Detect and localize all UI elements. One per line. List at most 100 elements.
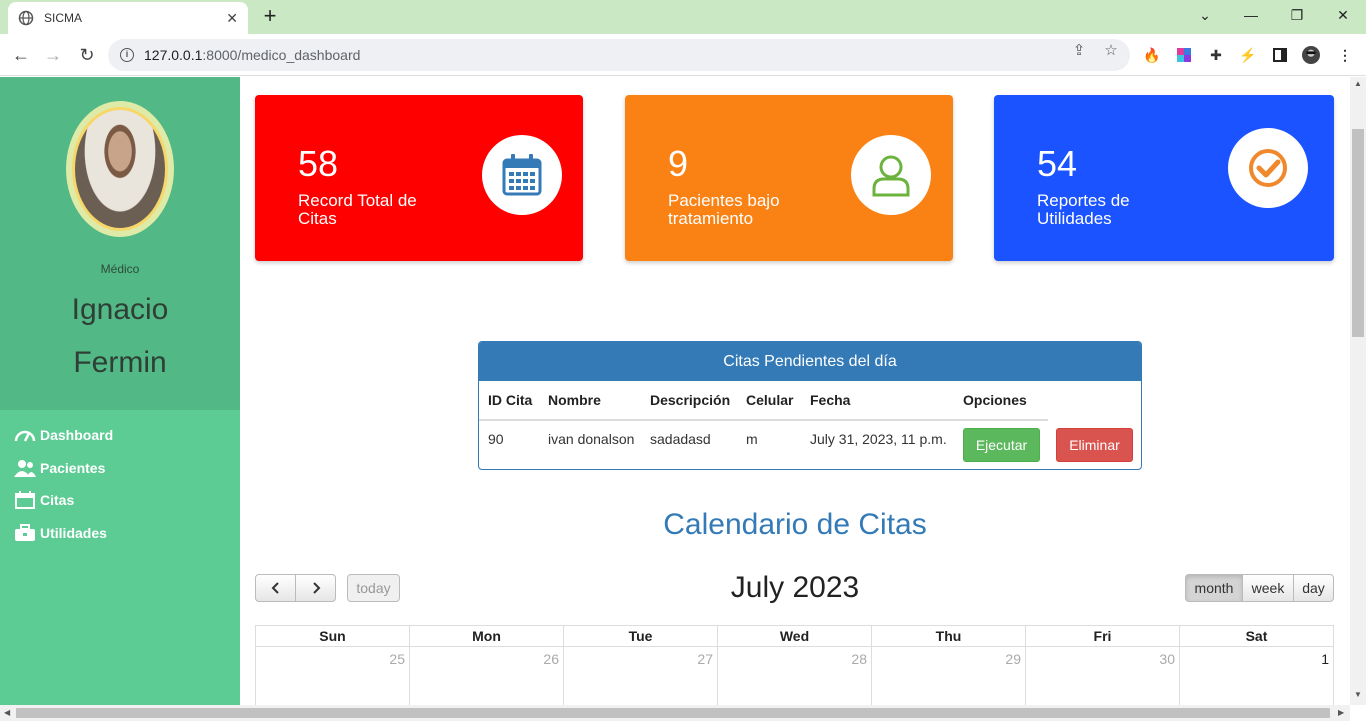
sidebar-item-citas[interactable]: Citas <box>0 484 240 517</box>
card-total-citas: 58 Record Total de Citas <box>255 95 583 261</box>
sidebar-item-utilidades[interactable]: Utilidades <box>0 517 240 550</box>
user-role: Médico <box>100 262 140 276</box>
profile-avatar-icon[interactable] <box>1302 46 1320 64</box>
profile-section: Médico Ignacio Fermin <box>0 77 240 410</box>
vertical-scrollbar[interactable]: ▲ <box>1350 77 1366 705</box>
calendar-heading: Calendario de Citas <box>663 508 927 541</box>
delete-button[interactable]: Eliminar <box>1056 428 1133 462</box>
forward-arrow-icon[interactable]: → <box>40 42 66 68</box>
column-header: Fecha <box>810 392 851 408</box>
calendar-icon <box>14 490 36 510</box>
view-day-button[interactable]: day <box>1293 574 1334 602</box>
url-path: :8000/medico_dashboard <box>202 47 361 63</box>
view-week-button[interactable]: week <box>1242 574 1294 602</box>
calendar-day-cell[interactable]: 25 <box>256 647 409 667</box>
column-header: Opciones <box>963 392 1027 408</box>
cell-celular: m <box>746 431 758 447</box>
restore-button[interactable]: ❐ <box>1274 0 1320 30</box>
day-name: Sun <box>256 626 409 647</box>
scroll-left-arrow-icon[interactable]: ◀ <box>4 708 10 717</box>
minimize-button[interactable]: — <box>1228 0 1274 30</box>
card-value: 9 <box>668 143 689 184</box>
users-icon <box>14 458 36 478</box>
extension-fire-icon[interactable]: 🔥 <box>1143 46 1161 64</box>
calendar-day-cell[interactable]: 27 <box>564 647 717 667</box>
scroll-down-arrow-icon[interactable]: ▼ <box>1354 690 1362 699</box>
calendar-day-cell[interactable]: 28 <box>718 647 871 667</box>
execute-button[interactable]: Ejecutar <box>963 428 1040 462</box>
share-icon[interactable]: ⇪ <box>1070 42 1088 60</box>
panel-title: Citas Pendientes del día <box>479 342 1141 381</box>
user-icon <box>851 135 931 215</box>
card-label: Record Total de Citas <box>298 191 417 228</box>
performance-icon[interactable]: ⚡ <box>1239 46 1257 64</box>
scroll-up-arrow-icon[interactable]: ▲ <box>1354 79 1362 88</box>
appointments-panel: Citas Pendientes del día ID Cita Nombre … <box>478 341 1142 470</box>
main-content: 58 Record Total de Citas 9 Pacientes baj… <box>240 77 1350 705</box>
calendar-day-cell[interactable]: 29 <box>872 647 1025 667</box>
view-month-button[interactable]: month <box>1185 574 1243 602</box>
sidebar-item-label: Dashboard <box>40 427 114 444</box>
column-header: ID Cita <box>488 392 533 408</box>
column-header: Celular <box>746 392 794 408</box>
sidebar-item-label: Pacientes <box>40 459 106 476</box>
globe-icon <box>18 10 34 26</box>
sidebar-item-dashboard[interactable]: Dashboard <box>0 419 240 452</box>
cell-nombre: ivan donalson <box>548 431 635 447</box>
calendar-grid: Sun 25 Mon 26 Tue 27 Wed 28 Thu 29 Fri 3… <box>255 625 1334 705</box>
tab-search-chevron-icon[interactable]: ⌄ <box>1182 0 1228 30</box>
close-window-button[interactable]: ✕ <box>1320 0 1366 30</box>
address-bar-area: ← → ↻ i 127.0.0.1:8000/medico_dashboard … <box>0 34 1366 76</box>
reload-icon[interactable]: ↻ <box>74 42 100 68</box>
calendar-day-cell[interactable]: 30 <box>1026 647 1179 667</box>
sidebar-item-pacientes[interactable]: Pacientes <box>0 452 240 485</box>
day-name: Sat <box>1180 626 1333 647</box>
day-name: Thu <box>872 626 1025 647</box>
scroll-right-arrow-icon[interactable]: ▶ <box>1338 708 1344 717</box>
site-info-icon[interactable]: i <box>120 48 134 62</box>
calendar-day-column: Mon 26 <box>410 626 564 705</box>
card-reportes: 54 Reportes de Utilidades <box>994 95 1334 261</box>
calendar-day-column: Thu 29 <box>872 626 1026 705</box>
card-pacientes: 9 Pacientes bajo tratamiento <box>625 95 953 261</box>
browser-tab-bar: SICMA ✕ + ⌄ — ❐ ✕ <box>0 0 1366 34</box>
calendar-day-cell[interactable]: 1 <box>1180 647 1333 667</box>
bookmark-star-icon[interactable]: ☆ <box>1102 42 1120 60</box>
day-name: Fri <box>1026 626 1179 647</box>
new-tab-button[interactable]: + <box>258 4 282 28</box>
close-tab-icon[interactable]: ✕ <box>226 10 238 27</box>
sidebar-menu: Dashboard Pacientes Citas Utilidades <box>0 419 240 549</box>
avatar <box>66 101 174 237</box>
card-value: 54 <box>1037 143 1078 184</box>
column-header: Descripción <box>650 392 731 408</box>
check-circle-icon <box>1228 128 1308 208</box>
card-label: Pacientes bajo tratamiento <box>668 191 780 228</box>
briefcase-icon <box>14 523 36 543</box>
table-row: 90 ivan donalson sadadasd m July 31, 202… <box>479 420 1141 469</box>
browser-menu-icon[interactable]: ⋮ <box>1336 46 1354 64</box>
cell-fecha: July 31, 2023, 11 p.m. <box>810 431 947 447</box>
column-header: Nombre <box>548 392 601 408</box>
horizontal-scroll-thumb[interactable] <box>16 708 1330 718</box>
sidebar-item-label: Citas <box>40 492 75 509</box>
calendar-icon <box>482 135 562 215</box>
calendar-day-column: Wed 28 <box>718 626 872 705</box>
day-name: Mon <box>410 626 563 647</box>
side-panel-icon[interactable] <box>1271 46 1289 64</box>
gauge-icon <box>14 425 36 445</box>
extensions-puzzle-icon[interactable]: ✚ <box>1207 46 1225 64</box>
user-last-name: Fermin <box>73 346 167 379</box>
card-label: Reportes de Utilidades <box>1037 191 1130 228</box>
calendar-day-cell[interactable]: 26 <box>410 647 563 667</box>
card-value: 58 <box>298 143 339 184</box>
url-host: 127.0.0.1 <box>144 47 203 63</box>
extension-colorful-icon[interactable] <box>1175 46 1193 64</box>
url-input[interactable]: i 127.0.0.1:8000/medico_dashboard <box>108 39 1130 71</box>
user-first-name: Ignacio <box>71 293 169 326</box>
calendar-day-column: Fri 30 <box>1026 626 1180 705</box>
tab-title: SICMA <box>44 11 83 25</box>
horizontal-scrollbar[interactable]: ◀ ▶ <box>0 705 1350 721</box>
back-arrow-icon[interactable]: ← <box>8 42 34 68</box>
vertical-scroll-thumb[interactable] <box>1352 129 1364 337</box>
browser-tab[interactable]: SICMA ✕ <box>8 2 248 34</box>
